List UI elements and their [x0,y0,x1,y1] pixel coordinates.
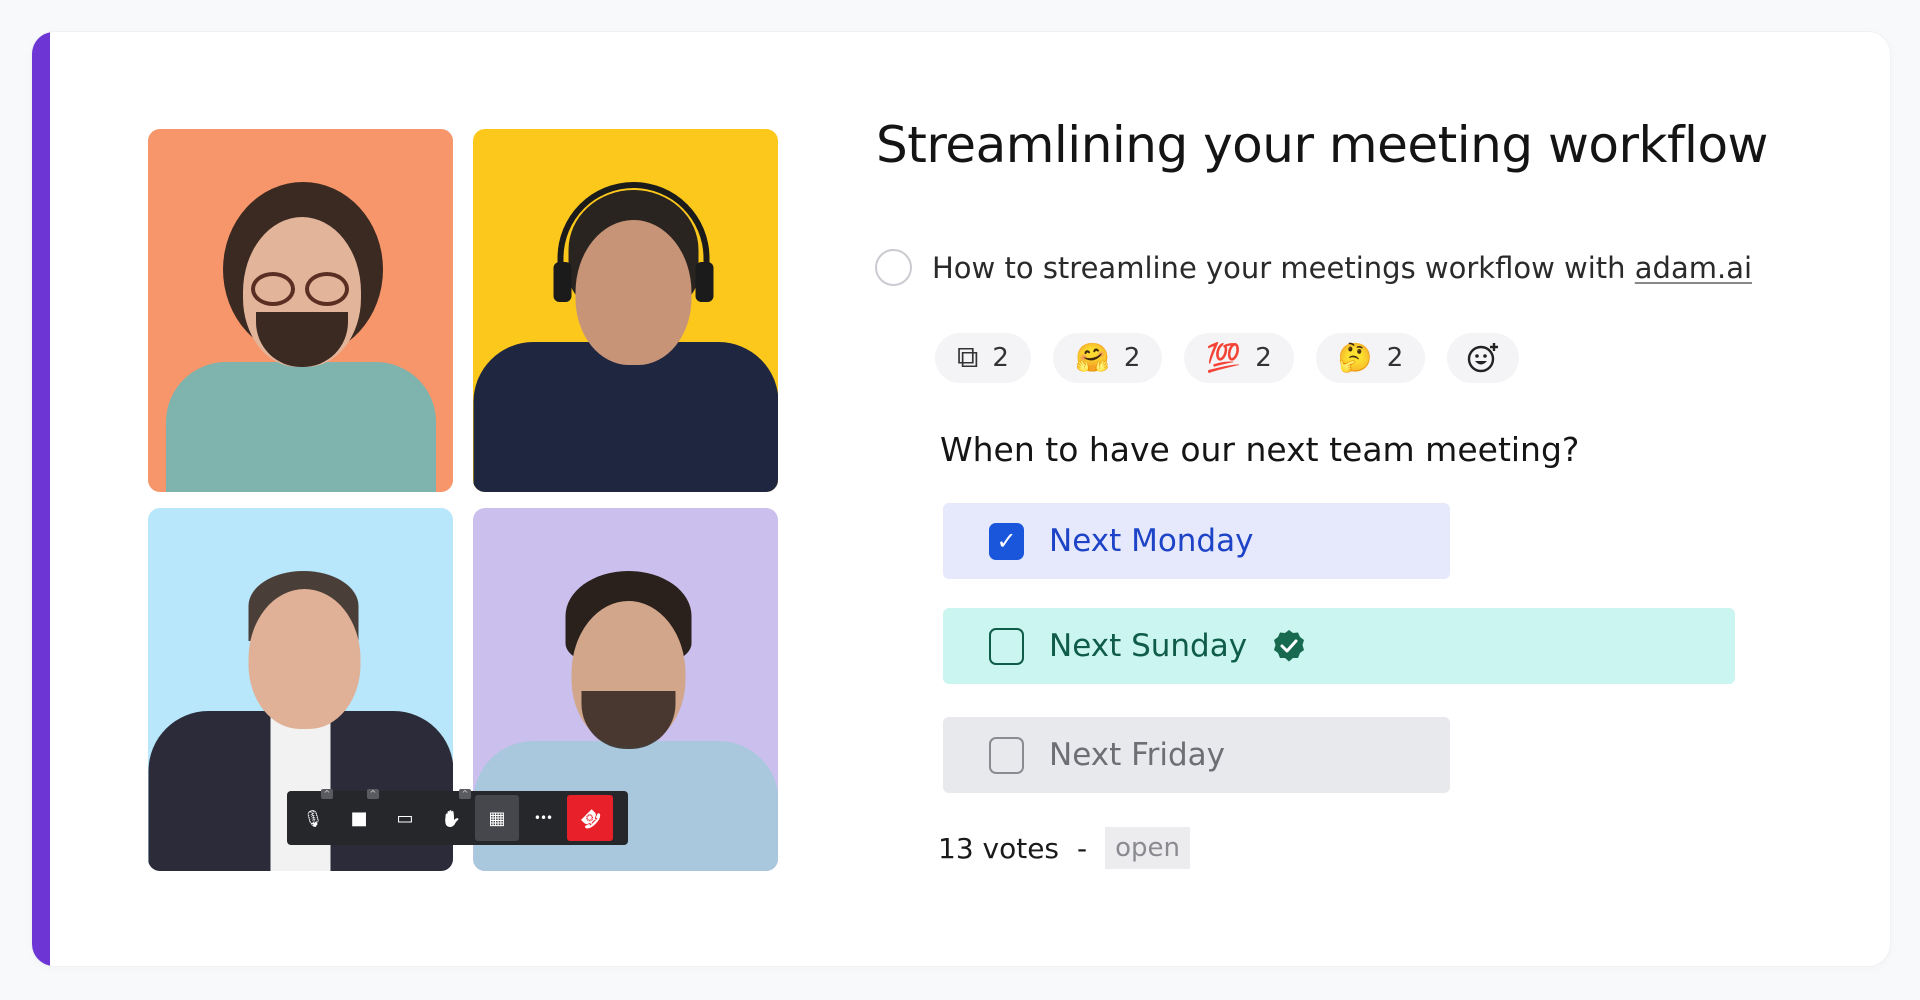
raise-hand-button[interactable]: ✋ ^ [429,789,473,841]
poll-checkbox[interactable] [989,736,1024,774]
poll-question: When to have our next team meeting? [940,430,1580,469]
poll-status-badge: open [1105,827,1191,869]
vote-count: 13 votes [938,831,1060,865]
poll-option-label: Next Friday [1049,737,1226,773]
task-complete-radio[interactable] [875,249,912,286]
poll-checkbox-checked[interactable]: ✓ [989,522,1024,560]
reaction-hugging-face[interactable]: 🤗 2 [1052,333,1163,383]
add-reaction-button[interactable] [1447,333,1520,383]
microphone-button[interactable]: 🎙 ^ [291,789,335,841]
poll-option-next-sunday[interactable]: Next Sunday [943,608,1735,684]
poll-footer: 13 votes - open [938,827,1191,869]
raise-hand-icon: ✋ [441,808,461,828]
video-tile-participant-2[interactable] [473,129,778,492]
adam-ai-link[interactable]: adam.ai [1635,251,1752,285]
camera-button[interactable]: ■ ^ [337,789,381,841]
hugging-face-icon: 🤗 [1074,341,1110,374]
reaction-hundred-points[interactable]: 💯 2 [1184,333,1294,383]
raise-hand-options-caret[interactable]: ^ [459,789,471,799]
poll-option-next-friday[interactable]: Next Friday [943,717,1450,793]
reaction-count: 2 [1123,343,1141,373]
poll-checkbox[interactable] [989,627,1024,665]
microphone-icon: 🎙 [302,808,324,828]
reaction-count: 2 [1386,343,1404,373]
task-text: How to streamline your meetings workflow… [932,251,1752,285]
microphone-options-caret[interactable]: ^ [321,789,333,799]
more-options-button[interactable]: ••• [521,795,565,841]
screen-share-button[interactable]: ▭ [383,795,427,841]
accent-bar [32,32,50,966]
reaction-thinking-face[interactable]: 🤔 2 [1315,333,1426,383]
add-reaction-icon [1465,340,1501,376]
page-title: Streamlining your meeting workflow [876,116,1768,174]
grid-view-icon: ▦ [488,807,506,829]
copy-icon: ⧉ [957,340,979,375]
end-call-button[interactable]: ☎ [567,795,613,841]
hundred-points-icon: 💯 [1206,341,1242,374]
participant-2-avatar [473,172,778,492]
screen-share-icon: ▭ [396,807,414,829]
poll-option-label: Next Monday [1049,523,1254,559]
poll-option-next-monday[interactable]: ✓ Next Monday [943,503,1450,579]
reactions-row: ⧉ 2 🤗 2 💯 2 🤔 2 [935,333,1520,383]
end-call-icon: ☎ [574,802,606,834]
separator: - [1077,831,1088,865]
grid-view-button[interactable]: ▦ [475,795,519,841]
reaction-count: 2 [1255,343,1272,373]
task-label: How to streamline your meetings workflow… [932,250,1635,285]
more-options-icon: ••• [533,811,553,825]
thinking-face-icon: 🤔 [1337,341,1373,374]
task-item: How to streamline your meetings workflow… [875,249,1752,286]
camera-options-caret[interactable]: ^ [367,789,379,799]
reaction-count: 2 [992,343,1009,373]
reaction-copy[interactable]: ⧉ 2 [935,333,1031,383]
call-controls-bar: 🎙 ^ ■ ^ ▭ ✋ ^ ▦ ••• ☎ [287,789,628,845]
participant-1-avatar [151,162,451,492]
poll-option-label: Next Sunday [1049,628,1248,664]
video-tile-participant-1[interactable] [148,129,453,492]
camera-icon: ■ [350,807,368,829]
verified-badge-icon [1271,628,1307,664]
